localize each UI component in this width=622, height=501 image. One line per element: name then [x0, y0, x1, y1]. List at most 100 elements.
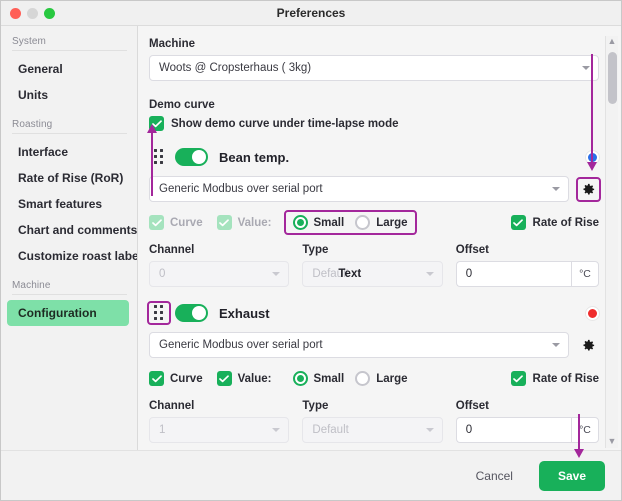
bean-temp-ror-option[interactable]: Rate of Rise [510, 215, 599, 230]
sidebar-item-configuration[interactable]: Configuration [7, 300, 129, 326]
bean-temp-size-small[interactable]: Small [292, 215, 345, 230]
bean-temp-offset-wrap: 0 °C [455, 261, 599, 287]
exhaust-device-select[interactable]: Generic Modbus over serial port [149, 332, 569, 358]
sidebar-item-smart-features[interactable]: Smart features [7, 191, 129, 217]
bean-temp-size-small-label: Small [313, 216, 345, 229]
bean-temp-settings-button[interactable] [576, 176, 601, 202]
scroll-up-icon[interactable]: ▲ [608, 36, 617, 48]
checkbox-icon[interactable] [149, 371, 164, 386]
divider [12, 50, 127, 51]
bean-temp-color-dot[interactable] [586, 150, 599, 164]
exhaust-size-small-label: Small [313, 372, 345, 385]
bean-temp-curve-option[interactable]: Curve [149, 215, 203, 230]
chevron-down-icon [552, 187, 560, 191]
checkbox-icon[interactable] [510, 215, 526, 230]
bean-temp-device-row: Generic Modbus over serial port [149, 176, 601, 202]
exhaust-name: Exhaust [219, 305, 270, 321]
exhaust-channel-field: Channel 1 [149, 400, 290, 443]
preferences-window: Preferences System General Units Roastin… [0, 0, 622, 501]
bean-temp-size-large[interactable]: Large [355, 215, 408, 230]
chevron-down-icon [425, 272, 434, 276]
bean-temp-device-select[interactable]: Generic Modbus over serial port [149, 176, 569, 202]
exhaust-color-dot[interactable] [586, 306, 599, 320]
close-button[interactable] [10, 7, 21, 19]
exhaust-size-small[interactable]: Small [292, 371, 345, 386]
sidebar-group-system: System General Units [1, 36, 137, 108]
sidebar-item-chart-and-comments[interactable]: Chart and comments [7, 217, 137, 243]
exhaust-offset-input[interactable]: 0 [455, 417, 571, 443]
exhaust-detail-row: Channel 1 Type Default Offset 0 °C [149, 400, 599, 443]
demo-curve-checkbox-row[interactable]: Show demo curve under time-lapse mode [149, 116, 599, 131]
main-scrollbar[interactable]: ▲ ▼ [605, 36, 618, 448]
machine-select[interactable]: Woots @ Cropsterhaus ( 3kg) [149, 55, 599, 81]
checkbox-icon[interactable] [149, 215, 164, 230]
exhaust-ror-label: Rate of Rise [532, 372, 599, 385]
bean-temp-toggle[interactable] [175, 148, 208, 166]
exhaust-type-label: Type [302, 400, 329, 412]
exhaust-ror-option[interactable]: Rate of Rise [510, 371, 599, 386]
bean-temp-type-label: Type [302, 244, 329, 256]
exhaust-type-select[interactable]: Default [302, 417, 443, 443]
radio-icon[interactable] [292, 371, 308, 386]
scroll-down-icon[interactable]: ▼ [608, 436, 617, 448]
sidebar-group-machine: Machine Configuration [1, 280, 137, 326]
sidebar: System General Units Roasting Interface … [1, 26, 138, 450]
exhaust-offset-unit: °C [570, 417, 599, 443]
exhaust-value-label: Value: [237, 372, 272, 385]
exhaust-curve-label: Curve [170, 372, 203, 385]
checkbox-icon[interactable] [216, 371, 232, 386]
minimize-button[interactable] [27, 7, 38, 19]
sensor-header: Bean temp. [149, 146, 599, 168]
bean-temp-type-field: Type Default Text [302, 244, 443, 287]
chevron-down-icon [272, 428, 281, 432]
exhaust-settings-button[interactable] [578, 335, 599, 356]
scrollbar-track[interactable] [606, 48, 619, 436]
checkbox-icon[interactable] [216, 215, 232, 230]
sidebar-group-label: Machine [12, 280, 51, 291]
machine-label: Machine [149, 38, 196, 50]
exhaust-channel-value: 1 [159, 424, 166, 436]
exhaust-curve-option[interactable]: Curve [149, 371, 203, 386]
bean-temp-size-radio-group[interactable]: Small Large [283, 210, 417, 235]
exhaust-type-value: Default [312, 424, 349, 436]
bean-temp-offset-unit: °C [570, 261, 599, 287]
bean-temp-type-select[interactable]: Default [302, 261, 443, 287]
cancel-button[interactable]: Cancel [464, 462, 525, 490]
demo-curve-checkbox-label: Show demo curve under time-lapse mode [171, 117, 399, 130]
sidebar-item-interface[interactable]: Interface [7, 139, 129, 165]
maximize-button[interactable] [44, 7, 55, 19]
exhaust-size-radio-group[interactable]: Small Large [286, 368, 415, 389]
exhaust-offset-field: Offset 0 °C [455, 400, 599, 443]
sidebar-item-general[interactable]: General [7, 56, 129, 82]
radio-icon[interactable] [292, 215, 308, 230]
bean-temp-drag-handle[interactable] [149, 147, 169, 167]
save-button[interactable]: Save [538, 460, 605, 491]
gear-icon [583, 183, 595, 194]
sidebar-item-customize-roast-labels[interactable]: Customize roast labels [7, 243, 137, 269]
exhaust-toggle[interactable] [175, 304, 208, 322]
radio-icon[interactable] [355, 371, 371, 386]
radio-icon[interactable] [355, 215, 371, 230]
scrollbar-thumb[interactable] [607, 52, 617, 104]
exhaust-size-large[interactable]: Large [355, 371, 408, 386]
window-controls [10, 7, 55, 19]
sidebar-group-label: System [12, 36, 46, 47]
exhaust-drag-handle[interactable] [147, 301, 171, 325]
exhaust-size-large-label: Large [376, 372, 408, 385]
bean-temp-channel-select[interactable]: 0 [149, 261, 290, 287]
exhaust-device-row: Generic Modbus over serial port [149, 332, 599, 358]
checkbox-icon[interactable] [149, 116, 164, 131]
window-title: Preferences [276, 6, 346, 20]
bean-temp-channel-label: Channel [149, 244, 195, 256]
sensor-bean-temp: Bean temp. Generic Modbus over serial po… [149, 146, 601, 287]
checkbox-icon[interactable] [510, 371, 526, 386]
exhaust-value-option[interactable]: Value: [216, 371, 272, 386]
bean-temp-value-option[interactable]: Value: [216, 215, 272, 230]
bean-temp-offset-input[interactable]: 0 [455, 261, 571, 287]
sidebar-item-units[interactable]: Units [7, 82, 129, 108]
window-body: System General Units Roasting Interface … [1, 26, 621, 450]
chevron-down-icon [272, 272, 281, 276]
sidebar-item-rate-of-rise[interactable]: Rate of Rise (RoR) [7, 165, 129, 191]
chevron-down-icon [425, 428, 434, 432]
exhaust-channel-select[interactable]: 1 [149, 417, 290, 443]
